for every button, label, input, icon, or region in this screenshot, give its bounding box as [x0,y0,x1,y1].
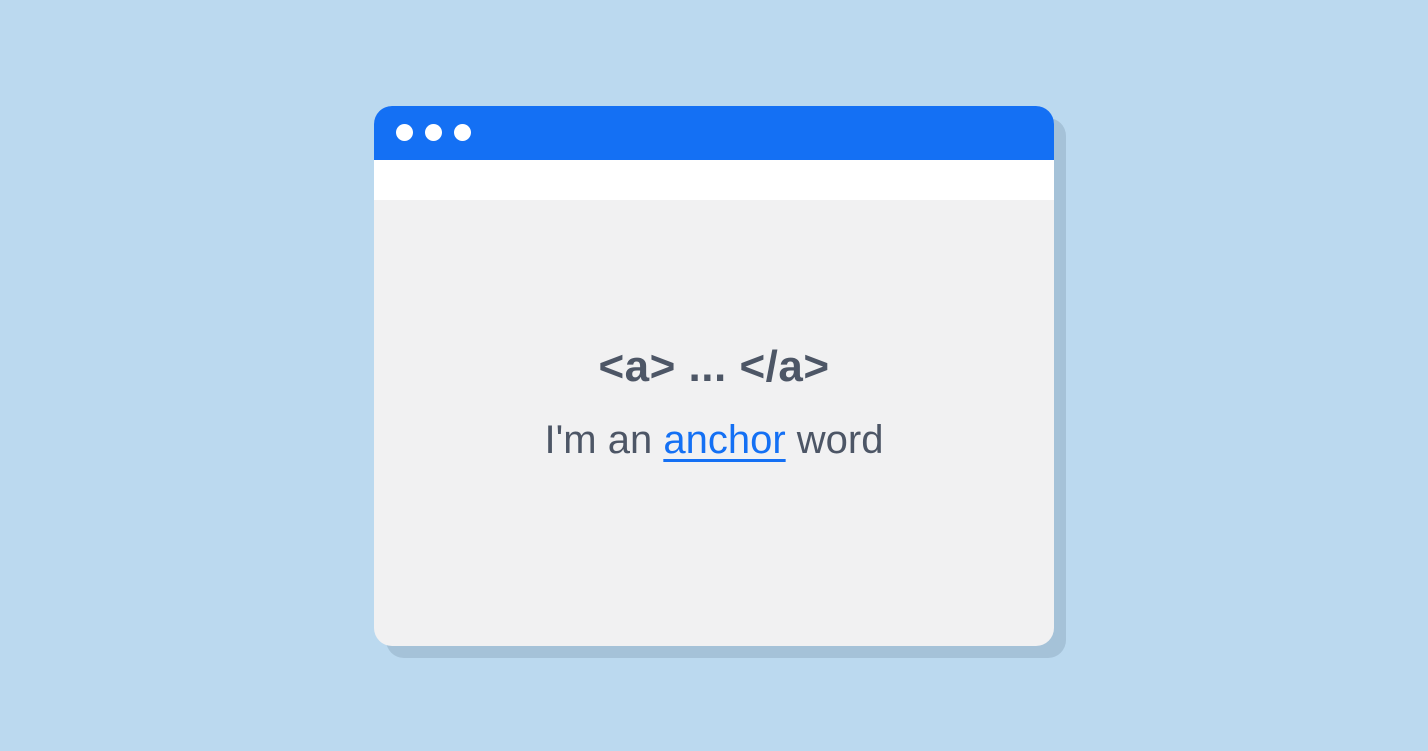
minimize-icon[interactable] [425,124,442,141]
title-bar [374,106,1054,160]
code-example: <a> ... </a> [598,342,829,392]
content-area: <a> ... </a> I'm an anchor word [374,200,1054,646]
example-sentence: I'm an anchor word [545,418,884,463]
maximize-icon[interactable] [454,124,471,141]
anchor-link[interactable]: anchor [663,418,785,462]
close-icon[interactable] [396,124,413,141]
browser-window: <a> ... </a> I'm an anchor word [374,106,1054,646]
sentence-after: word [786,418,884,462]
sentence-before: I'm an [545,418,664,462]
address-bar-area [374,160,1054,200]
